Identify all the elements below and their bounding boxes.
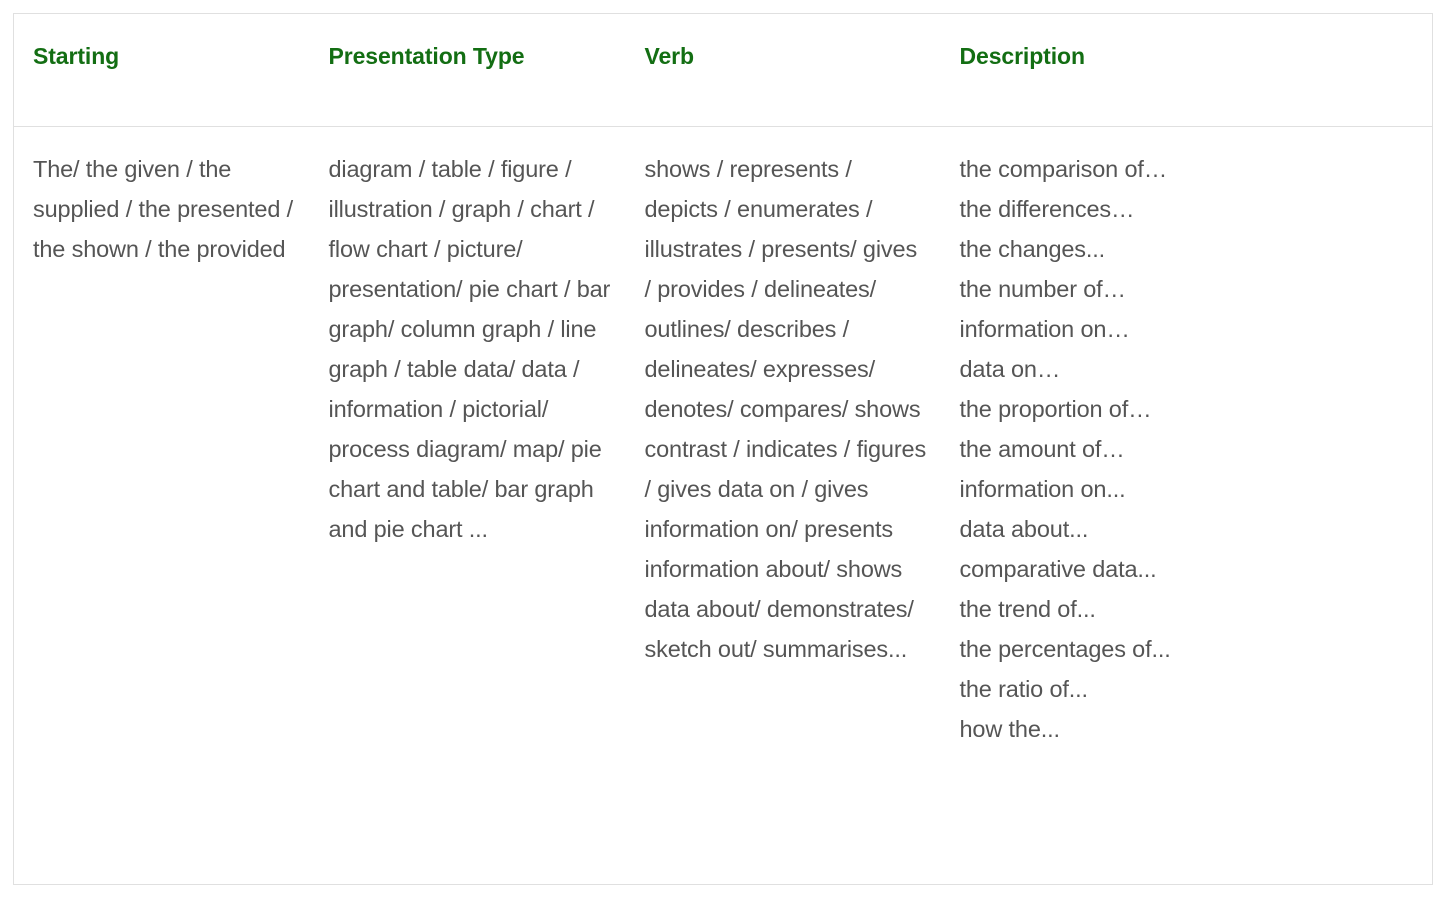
cell-presentation-type: diagram / table / figure / illustration …: [328, 156, 611, 542]
table-row: The/ the given / the supplied / the pres…: [14, 127, 1433, 885]
column-header-presentation-type: Presentation Type: [309, 13, 626, 127]
table-body: The/ the given / the supplied / the pres…: [14, 127, 1433, 885]
cell-starting: The/ the given / the supplied / the pres…: [33, 156, 294, 262]
phrase-table: Starting Presentation Type Verb Descript…: [13, 13, 1433, 885]
header-row: Starting Presentation Type Verb Descript…: [13, 13, 1433, 127]
cell-verb: shows / represents / depicts / enumerate…: [644, 156, 927, 662]
page-container: Starting Presentation Type Verb Descript…: [0, 0, 1454, 903]
column-header-verb: Verb: [625, 13, 941, 127]
table-header: Starting Presentation Type Verb Descript…: [13, 13, 1433, 127]
column-header-description: Description: [940, 13, 1433, 127]
column-header-starting: Starting: [13, 13, 310, 127]
cell-description: the comparison of… the differences… the …: [959, 156, 1171, 742]
